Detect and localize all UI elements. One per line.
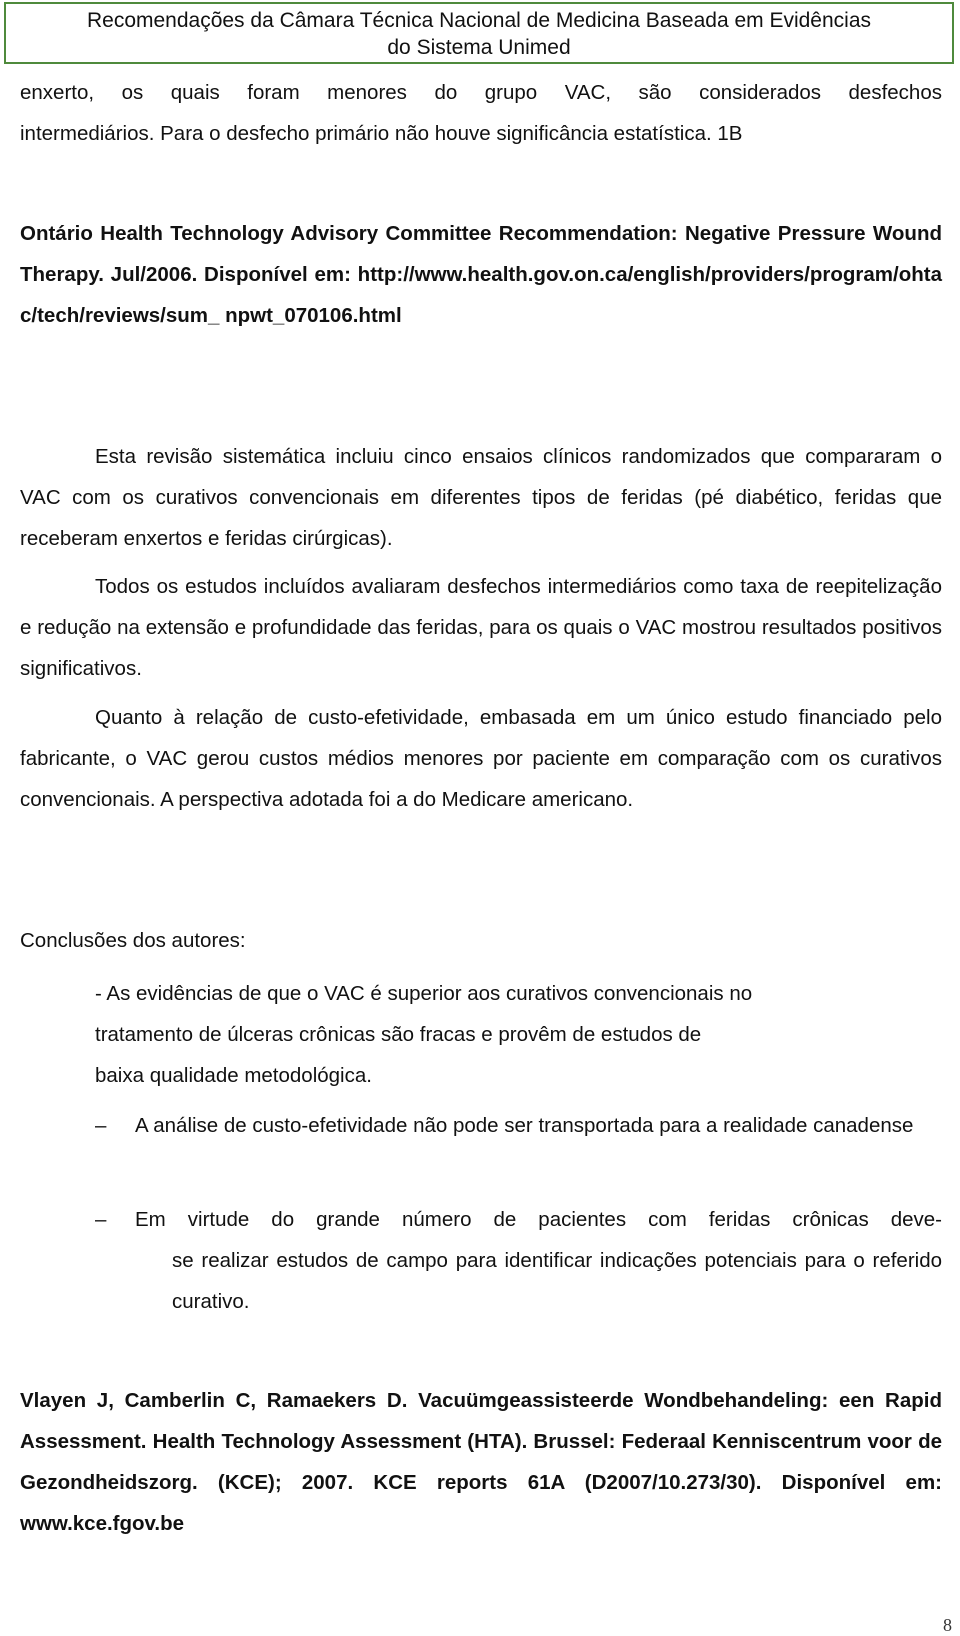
conclusion-bullet-2-rest: se realizar estudos de campo para identi… [172, 1249, 942, 1313]
paragraph-review: Esta revisão sistemática incluiu cinco e… [20, 445, 942, 550]
document-header: Recomendações da Câmara Técnica Nacional… [4, 2, 954, 64]
conclusion-item-1-line: - As evidências de que o VAC é superior … [95, 982, 753, 1005]
bullet-dash: – [95, 1208, 107, 1231]
conclusion-item-1-line: tratamento de úlceras crônicas são fraca… [95, 1023, 702, 1046]
header-title-line2: do Sistema Unimed [387, 36, 571, 59]
reference-ontario: Ontário Health Technology Advisory Commi… [20, 213, 942, 336]
conclusion-bullet-1: A análise de custo-efetividade não pode … [135, 1114, 914, 1137]
reference-ontario-text: Ontário Health Technology Advisory Commi… [20, 222, 942, 327]
reference-vlayen: Vlayen J, Camberlin C, Ramaekers D. Vacu… [20, 1389, 942, 1535]
paragraph-cost: Quanto à relação de custo-efetividade, e… [20, 706, 942, 811]
header-title-line1: Recomendações da Câmara Técnica Nacional… [86, 9, 872, 32]
conclusion-item-1-line: baixa qualidade metodológica. [95, 1064, 372, 1087]
intro-line-1: enxerto, os quais foram menores do grupo… [20, 81, 942, 104]
intro-line-2: intermediários. Para o desfecho primário… [20, 122, 743, 145]
bullet-dash: – [95, 1114, 107, 1137]
conclusion-item-1: - As evidências de que o VAC é superior … [95, 973, 855, 1096]
paragraph-outcomes: Todos os estudos incluídos avaliaram des… [20, 575, 942, 680]
page-number: 8 [943, 1615, 952, 1635]
conclusions-heading: Conclusões dos autores: [20, 929, 246, 952]
conclusion-bullet-2-first: Em virtude do grande número de pacientes… [135, 1208, 942, 1231]
